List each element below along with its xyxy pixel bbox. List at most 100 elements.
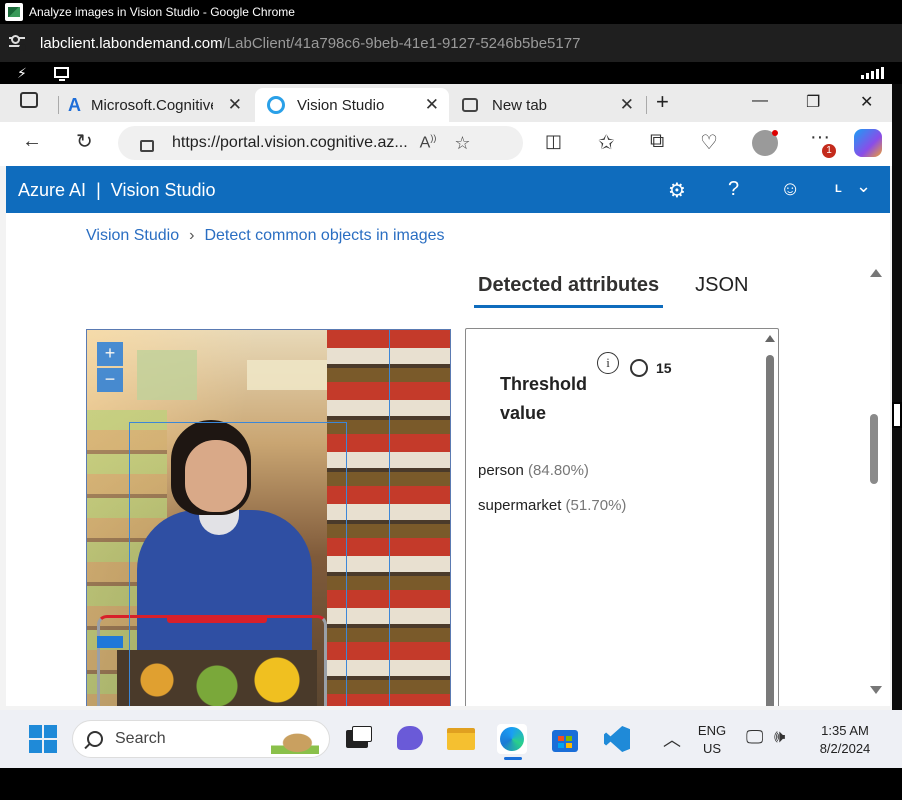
chrome-url-host: labclient.labondemand.com bbox=[40, 34, 223, 52]
power-icon[interactable]: ⚡ bbox=[17, 65, 27, 82]
signal-icon bbox=[861, 67, 884, 79]
account-initial[interactable]: L bbox=[835, 183, 842, 195]
search-highlight-image bbox=[271, 726, 319, 754]
bbox-person bbox=[129, 422, 347, 706]
window-edge bbox=[892, 84, 902, 710]
notification-badge: 1 bbox=[822, 144, 836, 158]
threshold-value: 15 bbox=[656, 360, 672, 376]
language-code: ENG bbox=[697, 723, 727, 738]
attribute-item: person (84.80%) bbox=[478, 462, 589, 479]
microsoft-store-icon[interactable] bbox=[550, 724, 580, 754]
breadcrumb-chevron-icon: › bbox=[189, 227, 195, 244]
restore-button[interactable]: ❐ bbox=[806, 92, 820, 112]
chevron-up-icon[interactable]: ︿ bbox=[663, 726, 681, 752]
info-icon[interactable]: i bbox=[597, 352, 619, 374]
panel-scrollbar[interactable] bbox=[766, 355, 774, 706]
breadcrumb-detect-objects[interactable]: Detect common objects in images bbox=[204, 227, 444, 245]
task-view-icon[interactable] bbox=[344, 724, 374, 754]
attribute-confidence: (84.80%) bbox=[528, 462, 589, 479]
close-tab-icon[interactable]: ✕ bbox=[620, 95, 634, 115]
help-icon[interactable]: ? bbox=[728, 178, 739, 201]
windows-start-icon[interactable] bbox=[29, 725, 57, 753]
app-brand[interactable]: Azure AI | Vision Studio bbox=[18, 180, 216, 201]
windows-taskbar: Search ︿ ENG US 🖵 🕪 1:35 AM 8/2/2024 bbox=[0, 710, 902, 768]
vscode-icon[interactable] bbox=[602, 724, 632, 754]
read-aloud-icon[interactable]: A)) bbox=[420, 133, 437, 152]
settings-gear-icon[interactable]: ⚙ bbox=[668, 178, 686, 203]
clock-time: 1:35 AM bbox=[821, 723, 869, 738]
clock-date: 8/2/2024 bbox=[819, 741, 871, 756]
brand-name: Azure AI bbox=[18, 180, 87, 200]
new-tab-icon bbox=[462, 98, 478, 112]
tab-label: New tab bbox=[492, 96, 548, 114]
screen-bottom-bar bbox=[0, 768, 902, 800]
monitor-icon[interactable] bbox=[54, 67, 69, 81]
analyzed-image[interactable]: + − bbox=[86, 329, 451, 706]
collections-icon[interactable]: ⧉ bbox=[650, 130, 664, 153]
edge-tab-bar: A Microsoft.Cognitive ✕ Vision Studio ✕ … bbox=[0, 84, 892, 122]
bbox-label-tag bbox=[97, 636, 123, 648]
result-tabs: Detected attributes JSON bbox=[474, 274, 781, 308]
new-tab-button[interactable]: + bbox=[656, 89, 669, 115]
edge-nav-bar: ← ↻ https://portal.vision.cognitive.az..… bbox=[0, 122, 892, 166]
tab-detected-attributes[interactable]: Detected attributes bbox=[474, 274, 664, 308]
side-handle[interactable] bbox=[892, 402, 902, 428]
refresh-icon[interactable]: ↻ bbox=[76, 129, 93, 154]
search-icon bbox=[87, 731, 103, 747]
feedback-smiley-icon[interactable]: ☺ bbox=[780, 178, 800, 201]
page-scrollbar[interactable] bbox=[870, 414, 878, 484]
lock-icon bbox=[140, 140, 154, 152]
zoom-out-button[interactable]: − bbox=[97, 368, 123, 392]
minimize-button[interactable]: — bbox=[752, 92, 768, 110]
chrome-url-path: /LabClient/41a798c6-9beb-41e1-9127-5246b… bbox=[222, 34, 581, 52]
azure-header: Azure AI | Vision Studio ⚙ ? ☺ L ⌄ bbox=[6, 166, 890, 213]
page-scroll-down-arrow[interactable] bbox=[870, 686, 882, 694]
back-icon[interactable]: ← bbox=[22, 130, 42, 153]
url-field[interactable]: https://portal.vision.cognitive.az... A)… bbox=[118, 126, 523, 160]
chrome-window-title: Analyze images in Vision Studio - Google… bbox=[29, 5, 295, 19]
tab-actions-icon[interactable] bbox=[20, 92, 38, 108]
page-scroll-up-arrow[interactable] bbox=[870, 269, 882, 277]
close-window-button[interactable]: ✕ bbox=[860, 92, 873, 112]
site-settings-icon[interactable] bbox=[8, 33, 28, 53]
tab-vision-studio[interactable]: Vision Studio ✕ bbox=[255, 88, 449, 122]
taskbar-search[interactable]: Search bbox=[72, 720, 330, 758]
favorite-star-icon[interactable]: ☆ bbox=[454, 133, 470, 154]
attribute-name: supermarket bbox=[478, 497, 562, 514]
threshold-radio[interactable] bbox=[630, 359, 648, 377]
teams-chat-icon[interactable] bbox=[395, 724, 425, 754]
edge-browser-icon[interactable] bbox=[497, 724, 527, 760]
chrome-title-bar: Analyze images in Vision Studio - Google… bbox=[0, 0, 902, 24]
tab-label: Vision Studio bbox=[297, 96, 385, 114]
file-explorer-icon[interactable] bbox=[446, 724, 476, 754]
chevron-down-icon[interactable]: ⌄ bbox=[856, 176, 871, 197]
breadcrumb: Vision Studio › Detect common objects in… bbox=[86, 227, 445, 245]
breadcrumb-vision-studio[interactable]: Vision Studio bbox=[86, 227, 179, 245]
browser-essentials-icon[interactable]: ♡ bbox=[700, 130, 718, 155]
zoom-in-button[interactable]: + bbox=[97, 342, 123, 366]
tab-separator bbox=[58, 96, 59, 114]
volume-icon[interactable]: 🕪 bbox=[774, 726, 785, 747]
vision-studio-page: Azure AI | Vision Studio ⚙ ? ☺ L ⌄ Visio… bbox=[6, 166, 890, 706]
network-icon[interactable]: 🖵 bbox=[746, 727, 763, 748]
copilot-icon[interactable] bbox=[854, 129, 882, 157]
panel-scroll-up-arrow[interactable] bbox=[765, 335, 775, 342]
close-tab-icon[interactable]: ✕ bbox=[425, 95, 439, 115]
tab-separator bbox=[646, 96, 647, 114]
attribute-item: supermarket (51.70%) bbox=[478, 497, 626, 514]
split-screen-icon[interactable]: ◫ bbox=[545, 131, 562, 152]
tab-new-tab[interactable]: New tab ✕ bbox=[452, 88, 644, 122]
chrome-address-bar[interactable]: labclient.labondemand.com /LabClient/41a… bbox=[0, 24, 902, 62]
clock[interactable]: 1:35 AM 8/2/2024 bbox=[810, 722, 880, 758]
tab-label: Microsoft.Cognitive bbox=[91, 96, 213, 114]
region-code: US bbox=[702, 741, 722, 756]
language-indicator[interactable]: ENG US bbox=[694, 722, 730, 758]
tab-json[interactable]: JSON bbox=[691, 274, 752, 308]
tab-microsoft-cognitive[interactable]: A Microsoft.Cognitive ✕ bbox=[62, 88, 252, 122]
close-tab-icon[interactable]: ✕ bbox=[228, 95, 242, 115]
profile-alert-dot bbox=[772, 130, 778, 136]
attributes-panel: Threshold value i 15 person (84.80%) sup… bbox=[465, 328, 779, 706]
favorites-icon[interactable]: ✩ bbox=[598, 130, 615, 155]
threshold-label: Threshold value bbox=[500, 374, 588, 423]
azure-icon: A bbox=[68, 94, 81, 115]
